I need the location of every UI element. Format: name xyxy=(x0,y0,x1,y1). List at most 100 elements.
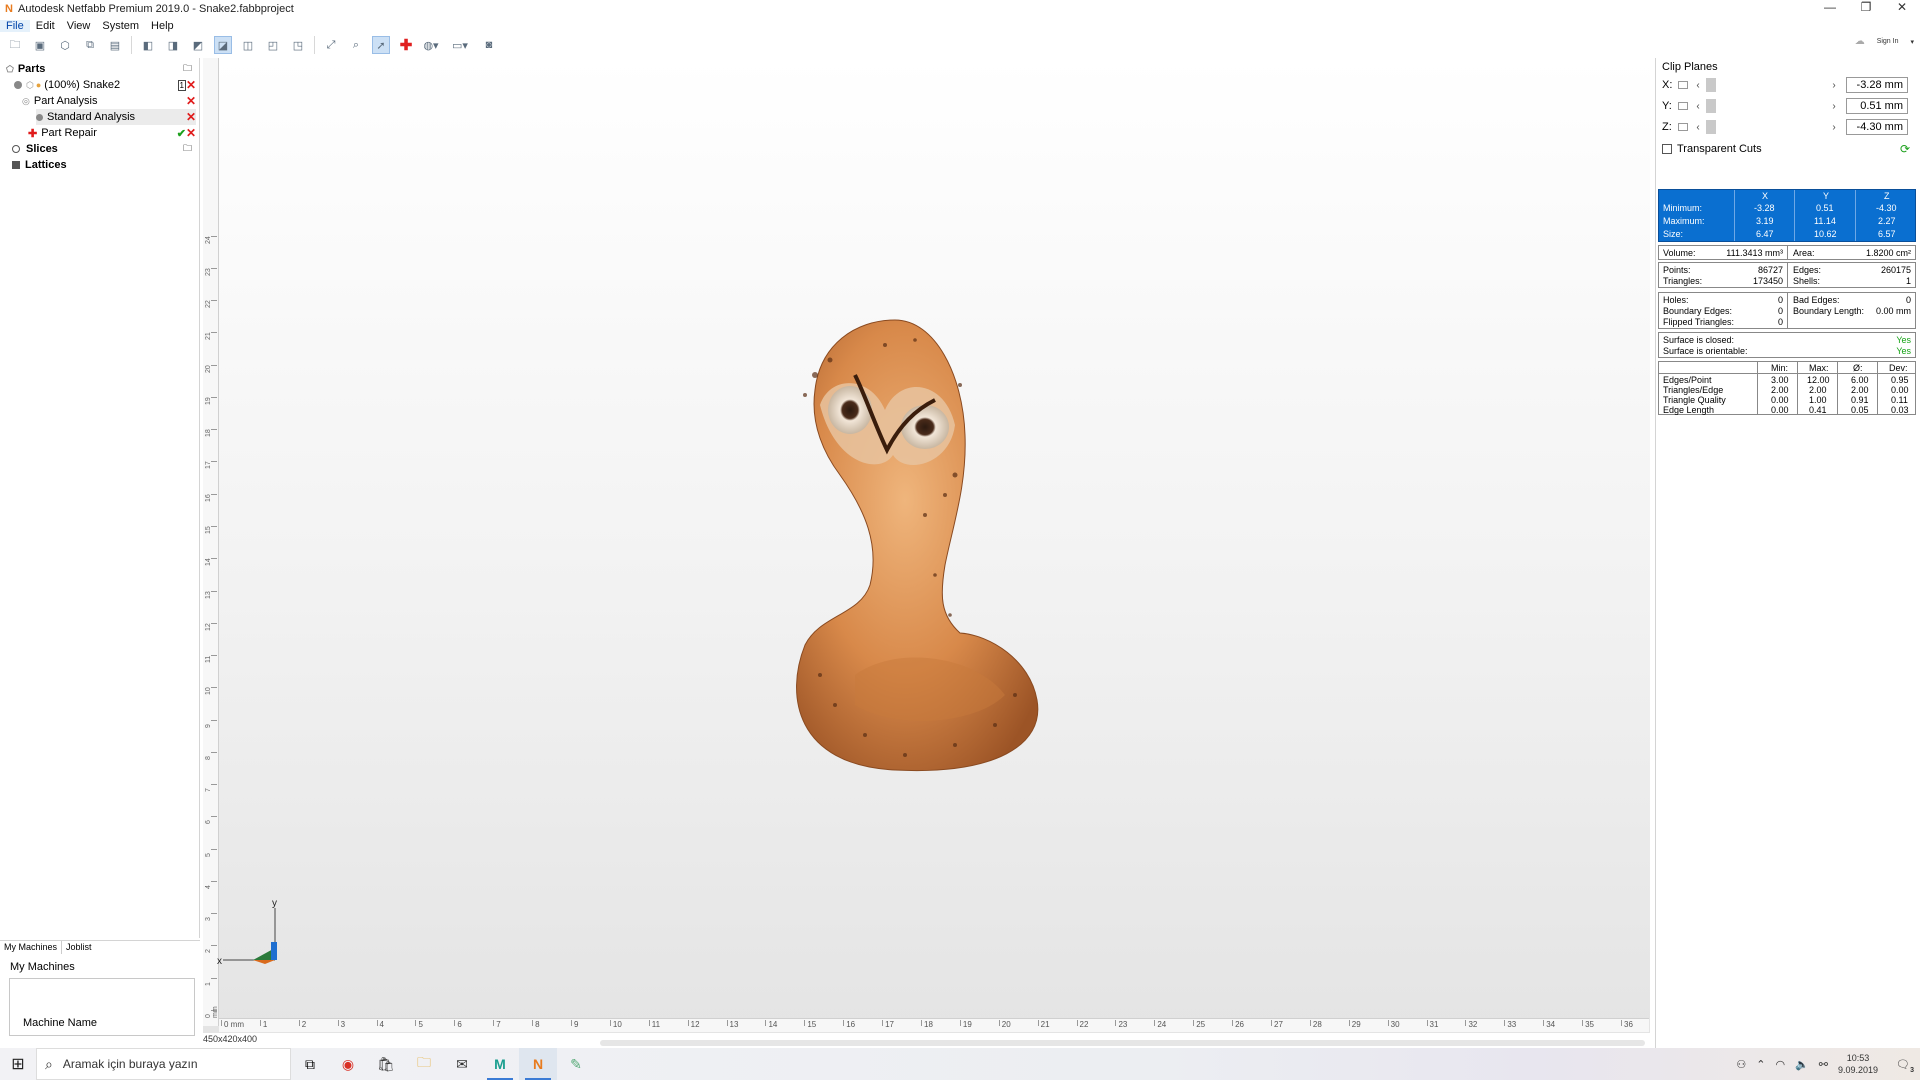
zoom-icon[interactable]: ⌕ xyxy=(347,36,365,54)
refresh-icon[interactable]: ⟳ xyxy=(1900,142,1910,156)
triangles-label: Triangles: xyxy=(1663,276,1703,286)
view-front-icon[interactable]: ◧ xyxy=(139,36,157,54)
mail-icon[interactable]: ✉ xyxy=(443,1048,481,1080)
chevron-left-icon[interactable]: ‹ xyxy=(1692,122,1704,133)
menu-file[interactable]: File xyxy=(0,19,30,32)
clip-y-value[interactable]: 0.51 mm xyxy=(1846,98,1908,114)
measure-dropdown-icon[interactable]: ◍▾ xyxy=(422,36,440,54)
restore-button[interactable]: ❐ xyxy=(1848,0,1884,17)
menu-edit[interactable]: Edit xyxy=(30,20,61,32)
close-button[interactable]: ✕ xyxy=(1884,0,1920,17)
tree-part-snake2[interactable]: ⬡ ● (100%) Snake2 1 ✕ xyxy=(14,77,196,93)
view-left-icon[interactable]: ◩ xyxy=(189,36,207,54)
clip-z-slider[interactable] xyxy=(1704,120,1828,134)
view-bottom-icon[interactable]: ◳ xyxy=(289,36,307,54)
view-back-icon[interactable]: ◨ xyxy=(164,36,182,54)
clock[interactable]: 10:53 9.09.2019 xyxy=(1838,1052,1878,1076)
remove-icon[interactable]: ✕ xyxy=(186,126,196,140)
stats-header-avg: Ø: xyxy=(1853,363,1863,373)
view-iso-icon[interactable]: ◪ xyxy=(214,36,232,54)
view-top-icon[interactable]: ◰ xyxy=(264,36,282,54)
clip-x-value[interactable]: -3.28 mm xyxy=(1846,77,1908,93)
file-explorer-icon[interactable]: 🗀 xyxy=(405,1048,443,1080)
apply-check-icon[interactable]: ✔ xyxy=(177,127,186,140)
clip-y-slider[interactable] xyxy=(1704,99,1828,113)
windows-start-icon[interactable]: ⊞ xyxy=(0,1054,36,1074)
ruler-tick xyxy=(921,1020,922,1026)
remove-icon[interactable]: ✕ xyxy=(186,94,196,108)
netfabb-taskbar-icon[interactable]: N xyxy=(519,1048,557,1080)
stats-cell: 0.11 xyxy=(1891,395,1908,405)
clip-z-value[interactable]: -4.30 mm xyxy=(1846,119,1908,135)
chevron-left-icon[interactable]: ‹ xyxy=(1692,80,1704,91)
taskbar-search-box[interactable]: ⌕ Aramak için buraya yazın xyxy=(36,1048,291,1080)
chevron-left-icon[interactable]: ‹ xyxy=(1692,101,1704,112)
meshmixer-icon[interactable]: M xyxy=(481,1048,519,1080)
chevron-right-icon[interactable]: › xyxy=(1828,122,1840,133)
snake-model[interactable] xyxy=(775,315,1045,775)
clip-y-toggle[interactable] xyxy=(1678,102,1688,110)
tree-lattices[interactable]: Lattices xyxy=(12,157,196,173)
chevron-right-icon[interactable]: › xyxy=(1828,80,1840,91)
ruler-label: 36 xyxy=(1624,1020,1633,1029)
task-view-icon[interactable]: ⧉ xyxy=(291,1048,329,1080)
chevron-right-icon[interactable]: › xyxy=(1828,101,1840,112)
minimize-button[interactable]: — xyxy=(1812,0,1848,17)
machine-list[interactable]: Machine Name xyxy=(9,978,195,1036)
menu-system[interactable]: System xyxy=(96,20,145,32)
screenshot-icon[interactable]: ◙ xyxy=(480,36,498,54)
tab-my-machines[interactable]: My Machines xyxy=(0,941,63,954)
import-icon[interactable]: ⧉ xyxy=(81,36,99,54)
tree-part-analysis[interactable]: ◎ Part Analysis ✕ xyxy=(22,93,196,109)
print-icon[interactable]: ▤ xyxy=(106,36,124,54)
paint-icon[interactable]: ✎ xyxy=(557,1048,595,1080)
clip-x-slider[interactable] xyxy=(1704,78,1828,92)
add-part-icon[interactable]: ⬡ xyxy=(56,36,74,54)
tree-standard-analysis[interactable]: Standard Analysis ✕ xyxy=(36,109,196,125)
analysis-dot-icon xyxy=(36,113,43,121)
chrome-icon[interactable]: ◉ xyxy=(329,1048,367,1080)
axis-x-label: x xyxy=(217,956,222,967)
repair-cross-icon[interactable]: ✚ xyxy=(397,36,415,54)
tree-parts[interactable]: ⬠ Parts 🗀 xyxy=(6,61,196,77)
clip-z-toggle[interactable] xyxy=(1678,123,1688,131)
remove-icon[interactable]: ✕ xyxy=(186,110,196,124)
chevron-down-icon[interactable]: ▾ xyxy=(1910,38,1914,46)
visibility-icon[interactable] xyxy=(14,81,22,89)
ruler-tick xyxy=(687,1020,689,1026)
select-cursor-icon[interactable]: ➚ xyxy=(372,36,390,54)
zoom-fit-icon[interactable]: ⤢ xyxy=(322,36,340,54)
ruler-tick xyxy=(211,848,217,850)
volume-icon[interactable]: 🔈 xyxy=(1795,1058,1809,1071)
viewport-scrollbar[interactable] xyxy=(600,1040,1645,1046)
ruler-label: 29 xyxy=(1351,1020,1361,1029)
transparent-cuts-option[interactable]: Transparent Cuts xyxy=(1662,143,1762,155)
menu-help[interactable]: Help xyxy=(145,20,180,32)
clip-plane-y: Y: ‹ › 0.51 mm xyxy=(1662,98,1918,114)
network-icon[interactable]: ◠ xyxy=(1775,1058,1785,1071)
tree-part-repair[interactable]: ✚ Part Repair ✔ ✕ xyxy=(28,125,196,141)
ruler-label: 8 xyxy=(205,755,212,760)
clip-x-toggle[interactable] xyxy=(1678,81,1688,89)
save-icon[interactable]: ▣ xyxy=(31,36,49,54)
notifications-icon[interactable]: 🗨 3 xyxy=(1896,1058,1914,1074)
clip-z-label: Z: xyxy=(1662,121,1672,133)
ruler-dropdown-icon[interactable]: ▭▾ xyxy=(447,36,473,54)
stats-row-label: Edge Length xyxy=(1663,405,1715,415)
tree-slices[interactable]: Slices 🗀 xyxy=(12,141,196,157)
remove-icon[interactable]: ✕ xyxy=(186,78,196,92)
menu-view[interactable]: View xyxy=(61,20,97,32)
sign-in-link[interactable]: Sign In xyxy=(1877,38,1899,45)
link-icon[interactable]: ⚯ xyxy=(1819,1058,1828,1071)
open-icon[interactable]: 🗀 xyxy=(6,36,24,54)
slices-label: Slices xyxy=(26,143,58,155)
view-right-icon[interactable]: ◫ xyxy=(239,36,257,54)
clip-plane-z: Z: ‹ › -4.30 mm xyxy=(1662,119,1918,135)
transparent-cuts-checkbox[interactable] xyxy=(1662,144,1672,154)
tab-joblist[interactable]: Joblist xyxy=(62,941,96,954)
mesh-statistics-table: Min: Max: Ø: Dev: Edges/Point 3.00 12.00… xyxy=(1658,361,1916,415)
store-icon[interactable]: 🛍 xyxy=(367,1048,405,1080)
tray-chevron-up-icon[interactable]: ⌃ xyxy=(1756,1058,1765,1071)
bbox-min-x: -3.28 xyxy=(1754,203,1775,213)
people-icon[interactable]: ⚇ xyxy=(1736,1058,1746,1071)
